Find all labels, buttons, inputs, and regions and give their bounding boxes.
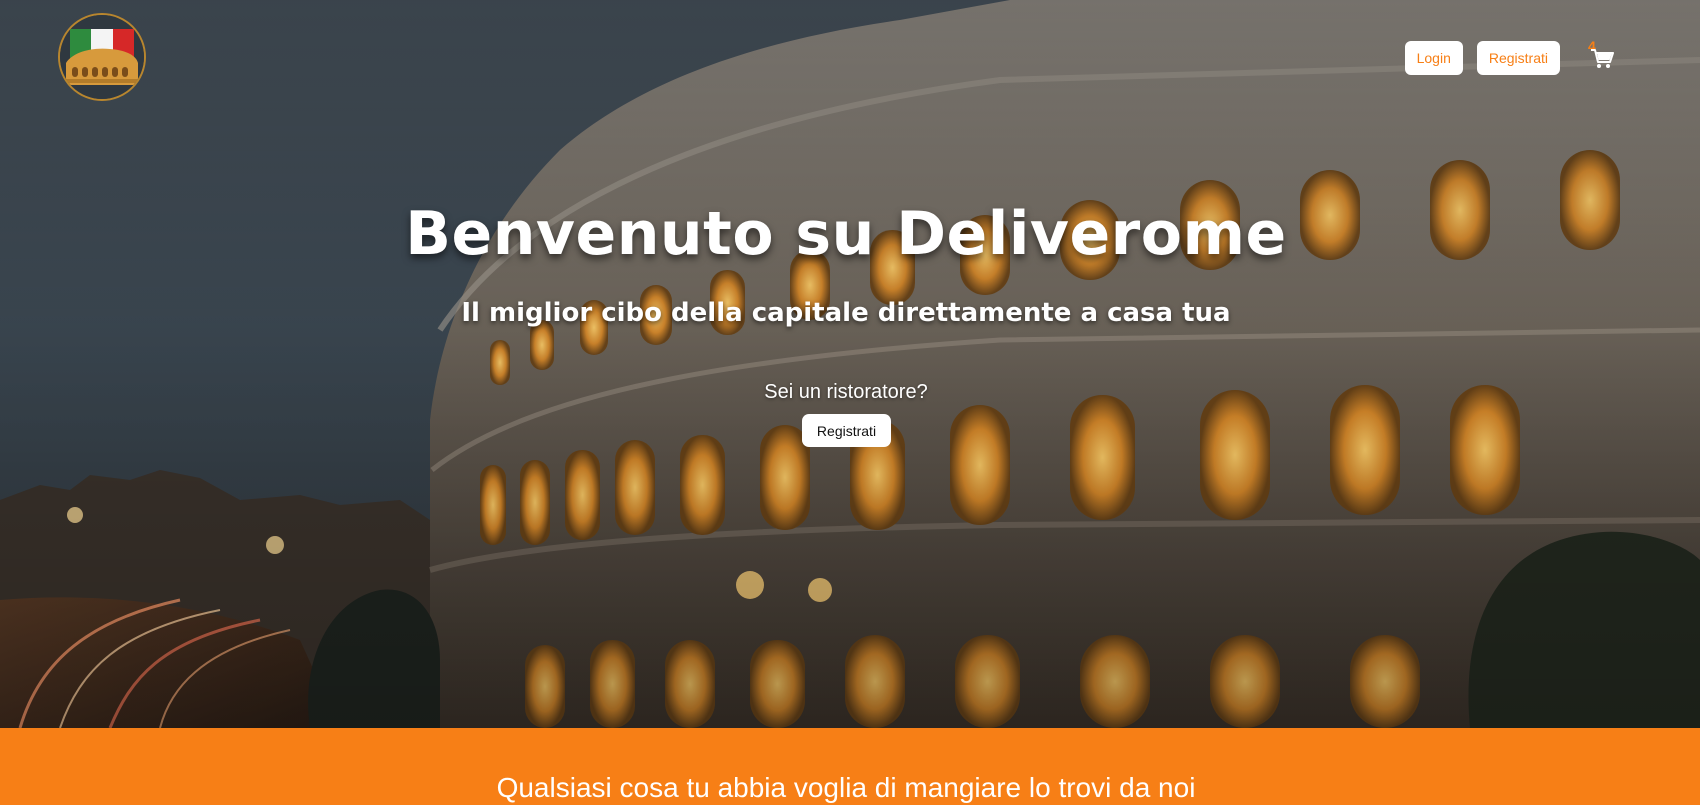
colosseum-italian-flag-logo-icon xyxy=(60,15,144,99)
deliverome-logo[interactable] xyxy=(58,13,146,101)
restaurateur-register-button[interactable]: Registrati xyxy=(802,414,891,447)
hero-title: Benvenuto su Deliverome xyxy=(405,199,1287,269)
restaurateur-question: Sei un ristoratore? xyxy=(764,381,928,403)
top-navigation: Login Registrati 4 xyxy=(1404,38,1618,75)
landing-page: Login Registrati 4 Benvenuto su Delivero… xyxy=(0,0,1700,805)
promo-banner-text: Qualsiasi cosa tu abbia voglia di mangia… xyxy=(496,772,1196,803)
register-button[interactable]: Registrati xyxy=(1476,41,1560,75)
hero-section: Login Registrati 4 Benvenuto su Delivero… xyxy=(0,0,1700,728)
promo-banner: Qualsiasi cosa tu abbia voglia di mangia… xyxy=(0,728,1700,805)
login-button[interactable]: Login xyxy=(1404,41,1463,75)
hero-overlay xyxy=(0,0,1700,728)
hero-subtitle: Il miglior cibo della capitale direttame… xyxy=(461,298,1231,328)
shopping-cart-icon xyxy=(1591,49,1614,68)
cart-button[interactable]: 4 xyxy=(1588,38,1618,75)
